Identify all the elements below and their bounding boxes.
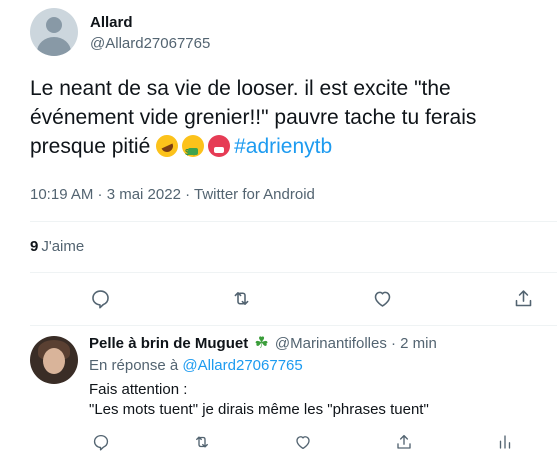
divider [30,221,557,222]
like-button[interactable] [370,286,394,310]
like-button[interactable] [291,430,315,454]
reply-icon [93,434,109,451]
author-handle[interactable]: @Allard27067765 [90,35,210,52]
tweet-action-bar [0,286,557,312]
reply-icon [91,289,109,308]
reply-text-line: "Les mots tuent" je dirais même les "phr… [89,401,429,418]
author-display-name[interactable]: Allard [90,14,133,31]
retweet-icon [196,436,208,448]
tweet-text-line3: presque pitié [30,135,157,158]
reply-text-line: Fais attention : [89,381,188,398]
reply-author-display-name[interactable]: Pelle à brin de Muguet [89,335,248,352]
likes-count: 9 [30,238,39,255]
divider [30,272,557,273]
reply-button[interactable] [89,430,113,454]
reply-author-avatar[interactable] [30,336,78,384]
analytics-button[interactable] [493,430,517,454]
reply-timestamp[interactable]: 2 min [400,335,437,352]
reply-button[interactable] [88,286,112,310]
reply-action-bar [0,430,557,454]
separator-dot: · [391,335,396,352]
tweet-author[interactable]: Allard @Allard27067765 [30,8,530,58]
hashtag-link[interactable]: #adrienytb [234,135,332,158]
like-icon [296,436,310,450]
retweet-icon [234,291,248,305]
reply-header: Pelle à brin de Muguet ☘ @Marinantifolle… [89,333,437,353]
likes-stat[interactable]: 9 J'aime [30,238,84,255]
reply-author-handle[interactable]: @Marinantifolles [275,335,387,352]
tweet-timestamp-source[interactable]: 10:19 AM · 3 mai 2022 · Twitter for Andr… [30,186,315,203]
four-leaf-clover-icon: ☘ [254,335,269,352]
tweet-text-line: événement vide grenier!!" pauvre tache t… [30,106,477,129]
reply-context-prefix: En réponse à [89,357,183,374]
like-icon [374,291,390,307]
tweet-text: Le neant de sa vie de looser. il est exc… [30,74,550,167]
analytics-icon [499,435,511,449]
share-button[interactable] [511,286,535,310]
likes-label: J'aime [41,238,85,255]
share-icon [397,434,411,449]
share-icon [515,289,531,306]
mention-link[interactable]: @Allard27067765 [182,357,302,374]
tweet-text-line: presque pitié #adrienytb [30,131,550,167]
default-avatar[interactable] [30,8,78,56]
reply-text: Fais attention : "Les mots tuent" je dir… [89,380,429,420]
retweet-button[interactable] [190,430,214,454]
rolling-on-floor-laughing-icon [152,131,182,161]
tweet-text-line: Le neant de sa vie de looser. il est exc… [30,77,451,100]
reply-tweet[interactable]: Pelle à brin de Muguet ☘ @Marinantifolle… [0,326,557,466]
money-mouth-face-icon [182,135,205,167]
hot-face-icon [208,135,231,157]
share-button[interactable] [392,430,416,454]
reply-context: En réponse à @Allard27067765 [89,357,303,374]
retweet-button[interactable] [229,286,253,310]
